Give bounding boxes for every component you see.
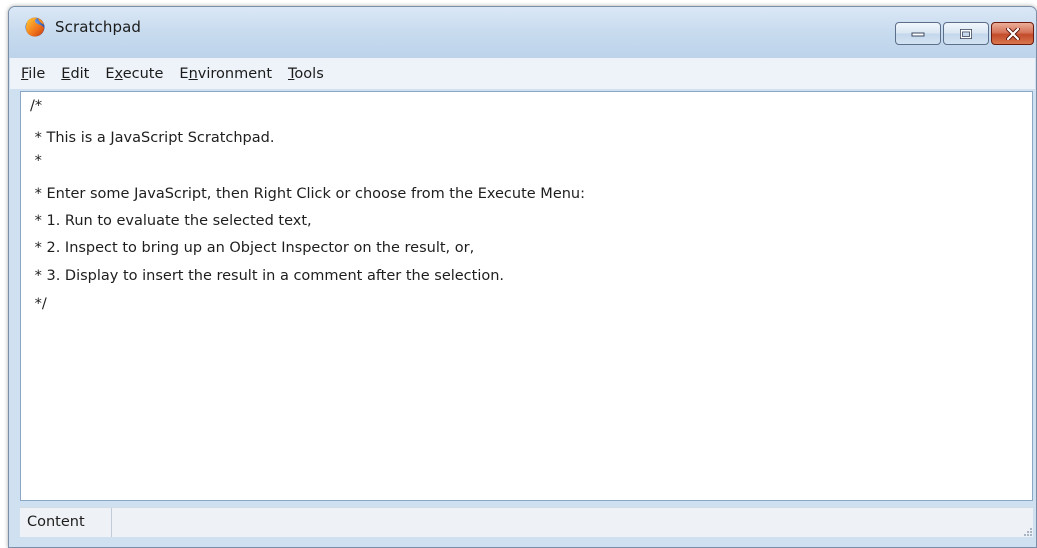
editor-line: /*: [30, 98, 43, 114]
editor-textarea[interactable]: /* * This is a JavaScript Scratchpad. * …: [20, 91, 1033, 501]
editor-line: * 1. Run to evaluate the selected text,: [30, 213, 312, 229]
editor-line: */: [30, 296, 47, 312]
environment-status: Content: [20, 508, 112, 537]
caption-buttons: [895, 22, 1034, 45]
editor-line: * This is a JavaScript Scratchpad.: [30, 130, 275, 146]
resize-grip-icon[interactable]: [1021, 525, 1033, 537]
editor-line: * Enter some JavaScript, then Right Clic…: [30, 186, 586, 202]
close-icon: [1005, 27, 1020, 40]
minimize-icon: [911, 32, 925, 36]
menu-environment[interactable]: Environment: [179, 66, 272, 82]
firefox-icon: [25, 17, 45, 37]
close-button[interactable]: [991, 22, 1034, 45]
editor-line: * 3. Display to insert the result in a c…: [30, 268, 505, 284]
menu-bar: File Edit Execute Environment Tools: [10, 58, 1035, 89]
menu-file[interactable]: File: [21, 66, 45, 82]
menu-execute[interactable]: Execute: [105, 66, 163, 82]
menu-edit[interactable]: Edit: [61, 66, 89, 82]
editor-line: *: [30, 153, 42, 169]
title-bar[interactable]: Scratchpad: [9, 7, 1036, 58]
editor-line: * 2. Inspect to bring up an Object Inspe…: [30, 240, 475, 256]
window-title: Scratchpad: [55, 18, 141, 36]
minimize-button[interactable]: [895, 22, 941, 45]
maximize-icon: [960, 28, 972, 39]
status-bar: Content: [20, 507, 1033, 537]
menu-tools[interactable]: Tools: [288, 66, 324, 82]
maximize-button[interactable]: [943, 22, 989, 45]
